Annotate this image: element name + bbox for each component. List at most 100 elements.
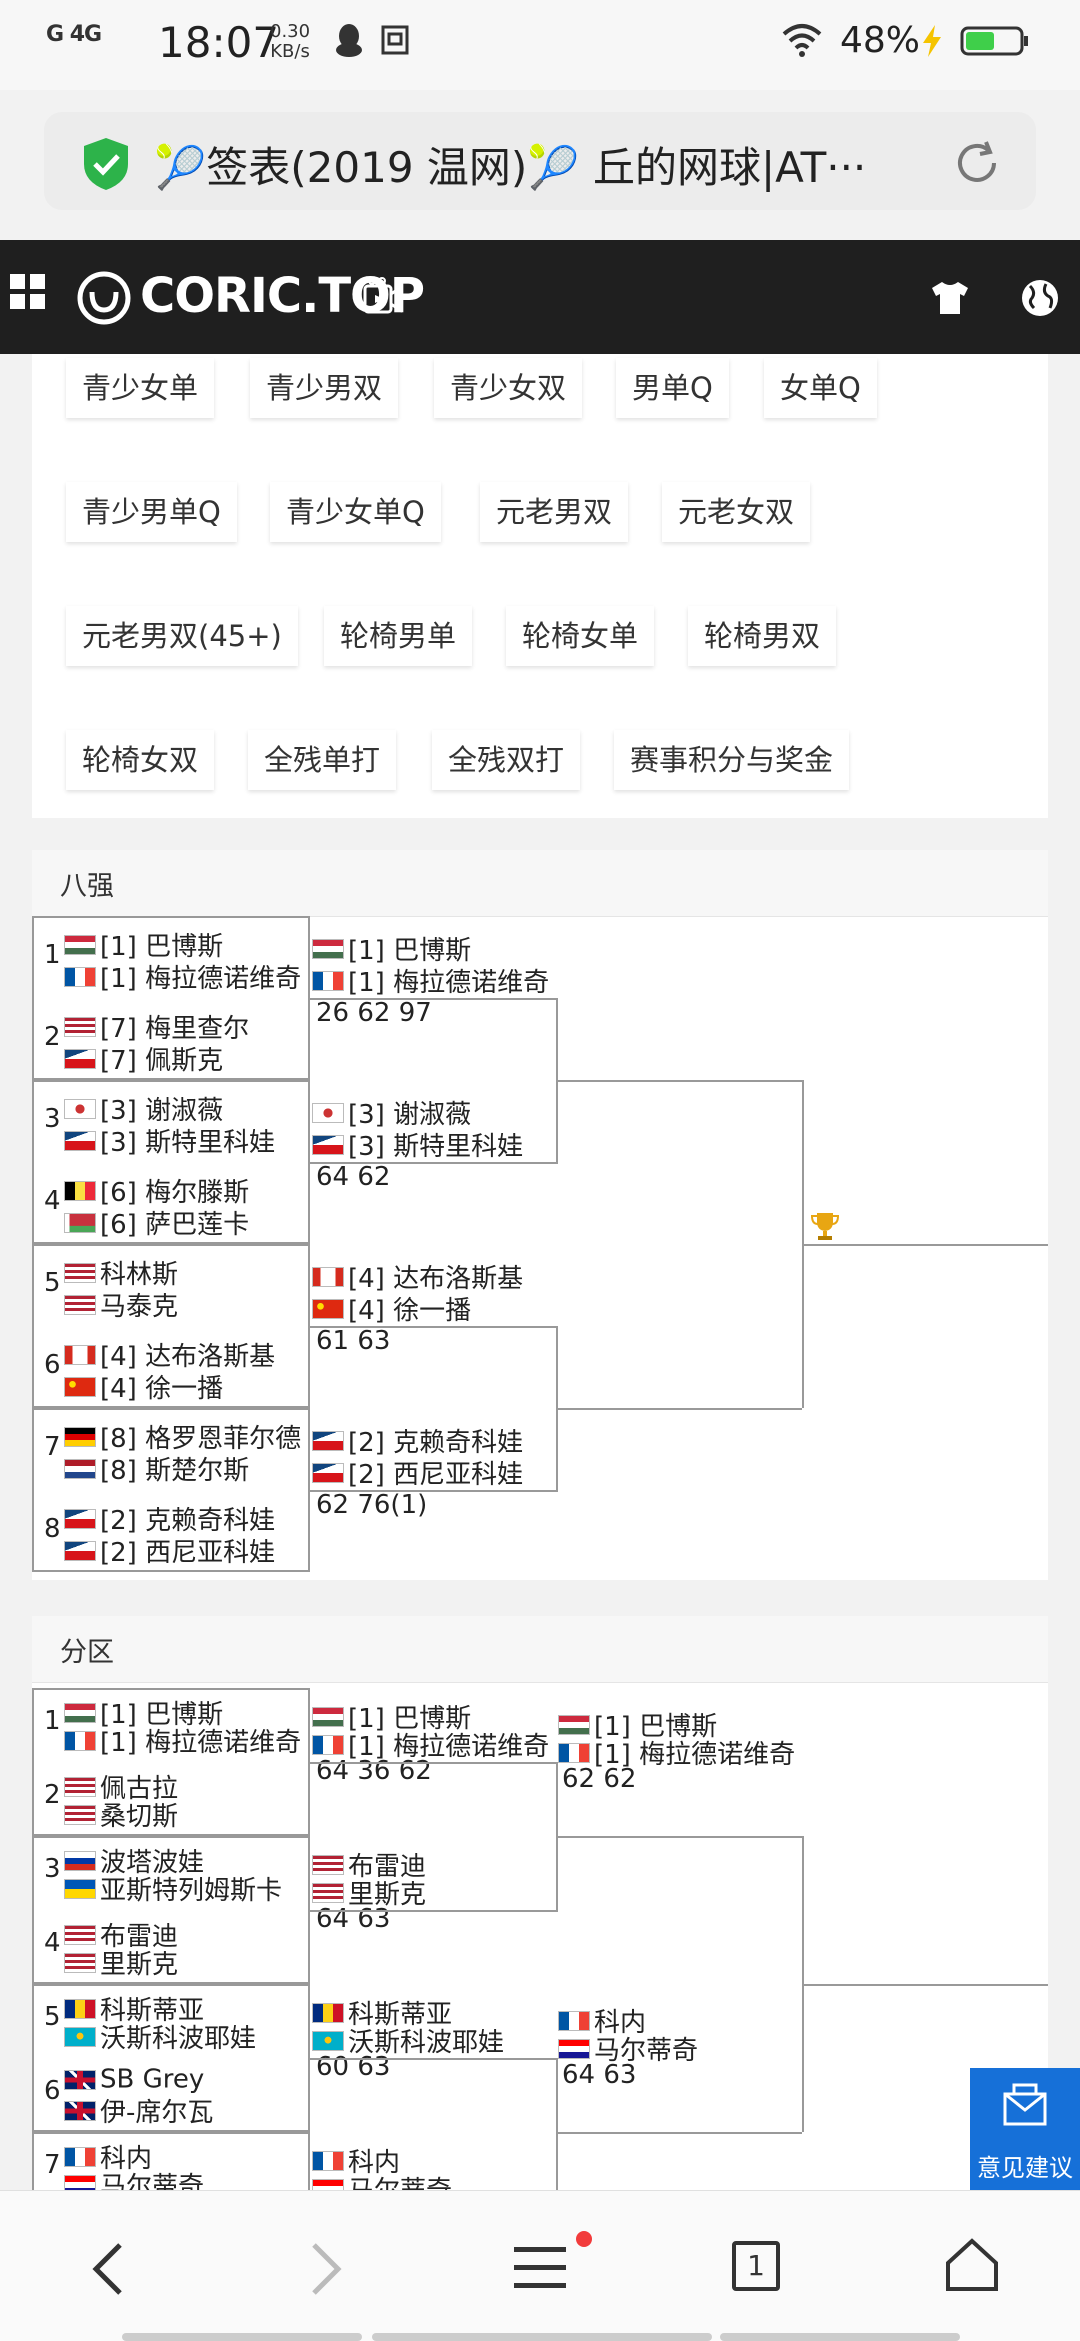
player-name[interactable]: 伊-席尔瓦 <box>100 2098 213 2128</box>
player-line: 科内 <box>312 2142 400 2178</box>
category-chip[interactable]: 轮椅男双 <box>688 606 837 666</box>
flag-icon <box>64 2100 96 2121</box>
category-chip[interactable]: 青少女单Q <box>270 482 441 542</box>
player-name[interactable]: 桑切斯 <box>100 1802 178 1832</box>
category-chip[interactable]: 青少女双 <box>434 358 583 418</box>
player-line: [1] 梅拉德诺维奇 <box>312 962 549 998</box>
bracket-line <box>804 1984 1048 1986</box>
flag-icon <box>312 1266 344 1287</box>
bracket-line <box>310 2058 558 2060</box>
player-name[interactable]: [2] 西尼亚科娃 <box>100 1538 275 1568</box>
flag-icon <box>312 970 344 991</box>
category-chip[interactable]: 轮椅女双 <box>66 730 215 790</box>
player-name[interactable]: [3] 斯特里科娃 <box>100 1128 275 1158</box>
player-name[interactable]: [4] 徐一播 <box>100 1374 223 1404</box>
notification-box-icon <box>381 25 409 55</box>
battery-percent: 48% <box>840 20 921 61</box>
back-arrow-icon[interactable] <box>88 2241 128 2297</box>
category-chip[interactable]: 男单Q <box>616 358 729 418</box>
category-chip[interactable]: 赛事积分与奖金 <box>614 730 850 790</box>
player-name[interactable]: [3] 斯特里科娃 <box>348 1132 523 1162</box>
player-name[interactable]: 亚斯特列姆斯卡 <box>100 1876 282 1906</box>
player-name[interactable]: [1] 梅拉德诺维奇 <box>100 1728 301 1758</box>
player-name[interactable]: [6] 萨巴莲卡 <box>100 1210 249 1240</box>
entry-number: 8 <box>44 1514 61 1544</box>
category-chip[interactable]: 轮椅男单 <box>324 606 473 666</box>
tshirt-icon[interactable] <box>930 280 970 316</box>
player-name[interactable]: [4] 徐一播 <box>348 1296 471 1326</box>
forward-arrow-icon[interactable] <box>306 2241 346 2297</box>
player-line: SB Grey <box>64 2064 204 2095</box>
url-bar[interactable]: 🎾签表(2019 温网)🎾 丘的网球|AT··· <box>44 112 1036 210</box>
category-chip[interactable]: 青少男单Q <box>66 482 237 542</box>
section-title: 分区 <box>60 1637 114 1668</box>
entry-number: 7 <box>44 1432 61 1462</box>
flag-icon <box>64 2069 96 2090</box>
grid-menu-icon[interactable] <box>10 274 46 310</box>
category-chip[interactable]: 元老男双 <box>480 482 629 542</box>
flag-icon <box>64 966 96 987</box>
flag-icon <box>558 1742 590 1763</box>
bracket-line <box>558 1408 802 1410</box>
player-line: [6] 萨巴莲卡 <box>64 1204 249 1240</box>
player-name[interactable]: 马泰克 <box>100 1292 178 1322</box>
entry-number: 5 <box>44 2002 61 2032</box>
category-chip[interactable]: 轮椅女单 <box>506 606 655 666</box>
player-line: [1] 梅拉德诺维奇 <box>558 1734 795 1770</box>
player-name[interactable]: SB Grey <box>100 2065 204 2095</box>
player-name[interactable]: [1] 梅拉德诺维奇 <box>348 968 549 998</box>
player-line: [8] 格罗恩菲尔德 <box>64 1418 301 1454</box>
entry-number: 2 <box>44 1022 61 1052</box>
category-chip[interactable]: 元老男双(45+) <box>66 606 298 666</box>
feedback-label: 意见建议 <box>977 2154 1073 2182</box>
player-line: 桑切斯 <box>64 1796 178 1832</box>
player-name[interactable]: 马尔蒂奇 <box>348 2176 452 2190</box>
category-chip[interactable]: 全残双打 <box>432 730 581 790</box>
player-line: 科斯蒂亚 <box>64 1990 204 2026</box>
hamburger-menu-icon[interactable] <box>512 2243 568 2293</box>
coric-logo-icon[interactable] <box>76 270 132 326</box>
category-chip[interactable]: 全残单打 <box>248 730 397 790</box>
player-line: 科内 <box>558 2002 646 2038</box>
category-card: 青少女单 青少男双 青少女双 男单Q 女单Q 青少男单Q 青少女单Q 元老男双 … <box>32 354 1048 818</box>
entry-number: 5 <box>44 1268 61 1298</box>
flag-icon <box>312 2002 344 2023</box>
player-name[interactable]: [2] 西尼亚科娃 <box>348 1460 523 1490</box>
category-chip[interactable]: 青少女单 <box>66 358 215 418</box>
flag-icon <box>64 1878 96 1899</box>
player-name[interactable]: 里斯克 <box>100 1950 178 1980</box>
flag-icon <box>312 938 344 959</box>
player-name[interactable]: [7] 佩斯克 <box>100 1046 223 1076</box>
globe-icon[interactable] <box>1020 278 1060 318</box>
flag-icon <box>64 1804 96 1825</box>
category-chip[interactable]: 女单Q <box>764 358 877 418</box>
category-chip[interactable]: 元老女双 <box>662 482 811 542</box>
flag-icon <box>64 934 96 955</box>
flag-icon <box>64 1998 96 2019</box>
qq-penguin-icon <box>336 24 362 57</box>
flag-icon <box>558 2038 590 2059</box>
tabs-button[interactable]: 1 <box>732 2241 780 2291</box>
flag-icon <box>64 2026 96 2047</box>
feedback-button[interactable]: 意见建议 <box>970 2068 1080 2190</box>
home-icon[interactable] <box>944 2237 1000 2293</box>
flag-icon <box>64 1850 96 1871</box>
player-name[interactable]: [8] 斯楚尔斯 <box>100 1456 249 1486</box>
player-name[interactable]: 沃斯科波耶娃 <box>100 2024 256 2054</box>
bracket-pair: 3 [3] 谢淑薇 [3] 斯特里科娃 4 [6] 梅尔滕斯 [6] 萨巴莲卡 <box>32 1080 310 1244</box>
flag-icon <box>64 1262 96 1283</box>
entry-number: 1 <box>44 940 61 970</box>
refresh-icon[interactable] <box>950 136 1004 190</box>
category-chip[interactable]: 青少男双 <box>250 358 399 418</box>
section-header: 八强 <box>32 850 1048 917</box>
bracket-line <box>558 2132 802 2134</box>
flag-icon <box>312 2150 344 2171</box>
flag-icon <box>64 2146 96 2167</box>
video-camera-icon[interactable] <box>362 276 402 318</box>
player-name[interactable]: 马尔蒂奇 <box>100 2172 204 2190</box>
flag-icon <box>312 1102 344 1123</box>
player-name[interactable]: [1] 梅拉德诺维奇 <box>100 964 301 994</box>
player-line: 波塔波娃 <box>64 1842 204 1878</box>
notification-dot <box>576 2231 592 2247</box>
player-line: 里斯克 <box>312 1874 426 1910</box>
